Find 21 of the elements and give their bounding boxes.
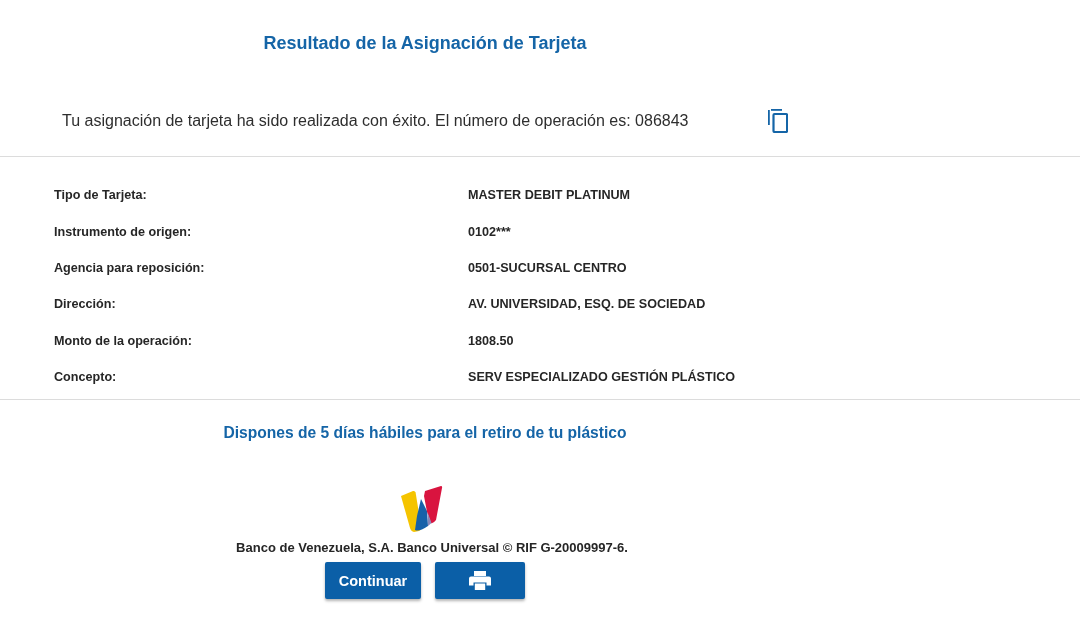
field-label: Dirección: — [54, 297, 116, 312]
field-value: MASTER DEBIT PLATINUM — [468, 188, 631, 203]
page-title: Resultado de la Asignación de Tarjeta — [263, 32, 587, 55]
field-value: 1808.50 — [468, 333, 514, 348]
bank-logo — [399, 486, 443, 533]
continue-button[interactable]: Continuar — [325, 562, 421, 600]
printer-icon — [469, 571, 491, 591]
field-label: Concepto: — [54, 370, 117, 385]
print-button[interactable] — [435, 562, 525, 600]
field-value: 0501-SUCURSAL CENTRO — [468, 260, 627, 275]
field-value: SERV ESPECIALIZADO GESTIÓN PLÁSTICO — [468, 370, 736, 385]
field-label: Tipo de Tarjeta: — [54, 188, 147, 203]
success-message: Tu asignación de tarjeta ha sido realizada con éxito. El número de operación es: 086843 — [62, 111, 689, 131]
field-label: Agencia para reposición: — [54, 260, 205, 275]
field-value: 0102*** — [468, 224, 511, 239]
pickup-notice: Dispones de 5 días hábiles para el retiro de tu plástico — [223, 423, 627, 444]
field-label: Monto de la operación: — [54, 333, 192, 348]
copyright-text: Banco de Venezuela, S.A. Banco Universal © RIF G-20009997-6. — [236, 540, 628, 557]
copy-icon[interactable] — [768, 109, 789, 133]
field-label: Instrumento de origen: — [54, 224, 192, 239]
field-value: AV. UNIVERSIDAD, ESQ. DE SOCIEDAD — [468, 297, 706, 312]
